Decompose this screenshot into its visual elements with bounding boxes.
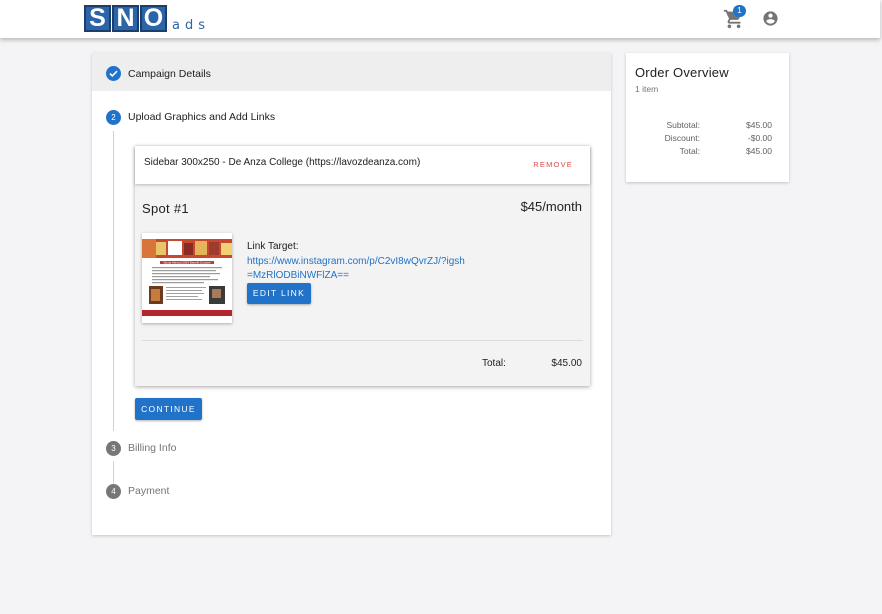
continue-button[interactable]: CONTINUE [135, 398, 202, 420]
step-number-badge: 4 [106, 484, 121, 499]
logo-letter: N [116, 4, 135, 32]
spot-card: Sidebar 300x250 - De Anza College (https… [135, 146, 590, 386]
subtotal-value: $45.00 [746, 120, 772, 130]
step-connector-line [113, 461, 114, 484]
logo-letter-box: N [112, 5, 139, 32]
order-overview-title: Order Overview [635, 65, 729, 80]
step-number-badge: 3 [106, 441, 121, 456]
top-bar: S N O ads 1 [0, 0, 880, 38]
step-campaign-details[interactable]: Campaign Details [92, 53, 611, 91]
step-number-badge: 2 [106, 110, 121, 125]
ad-graphic-thumbnail[interactable]: Study Abroad 2024 Benefit Concert [142, 233, 232, 323]
spot-card-header: Sidebar 300x250 - De Anza College (https… [135, 146, 590, 184]
total-value: $45.00 [746, 146, 772, 156]
edit-link-button[interactable]: EDIT LINK [247, 283, 311, 304]
divider [142, 340, 583, 341]
logo-letter: O [143, 4, 164, 32]
order-item-count: 1 item [635, 84, 659, 94]
logo-suffix: ads [172, 18, 210, 33]
checkout-stepper: Campaign Details 2 Upload Graphics and A… [92, 53, 611, 535]
spot-name: Spot #1 [142, 201, 189, 216]
step-label: Campaign Details [128, 68, 211, 80]
spot-placement-title: Sidebar 300x250 - De Anza College (https… [144, 157, 421, 168]
step-label[interactable]: Billing Info [128, 442, 176, 454]
remove-button[interactable]: REMOVE [533, 160, 573, 169]
sno-ads-logo[interactable]: S N O ads [84, 5, 210, 33]
logo-letter-box: S [84, 5, 111, 32]
spot-total-value: $45.00 [551, 358, 582, 369]
order-overview-panel: Order Overview 1 item Subtotal: $45.00 D… [626, 53, 789, 182]
subtotal-label: Subtotal: [666, 120, 700, 130]
step-label[interactable]: Upload Graphics and Add Links [128, 111, 275, 123]
ad-graphic-preview: Study Abroad 2024 Benefit Concert [142, 233, 232, 323]
logo-letter: S [89, 4, 106, 32]
account-circle-icon[interactable] [762, 10, 779, 27]
spot-total-label: Total: [482, 358, 506, 369]
discount-label: Discount: [664, 133, 700, 143]
cart-count-badge: 1 [733, 5, 746, 17]
ad-graphic-title: Study Abroad 2024 Benefit Concert [163, 261, 210, 265]
spot-price: $45/month [520, 199, 582, 214]
link-target-url[interactable]: https://www.instagram.com/p/C2vI8wQvrZJ/… [247, 255, 467, 283]
discount-value: -$0.00 [747, 133, 772, 143]
check-icon [106, 66, 121, 81]
link-target-label: Link Target: [247, 241, 299, 252]
total-label: Total: [679, 146, 700, 156]
logo-letter-box: O [140, 5, 167, 32]
step-label[interactable]: Payment [128, 485, 169, 497]
step-connector-line [113, 131, 114, 431]
